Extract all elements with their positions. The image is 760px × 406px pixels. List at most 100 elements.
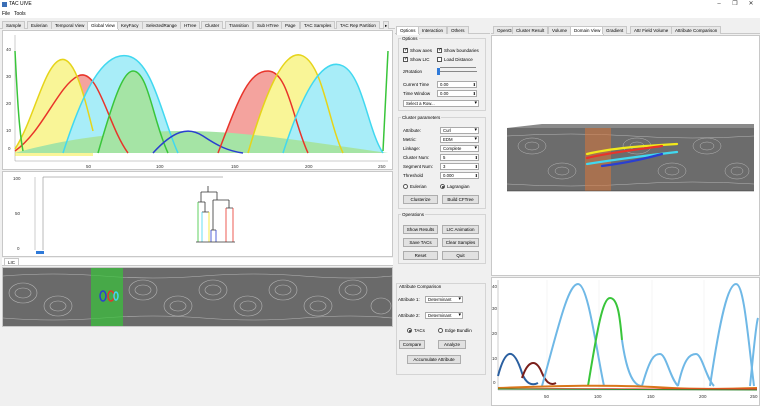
attr-y-tick-40: 40: [492, 284, 498, 289]
select-row-dropdown[interactable]: Select a Row...: [403, 100, 479, 107]
tab-tac-rep-partition[interactable]: TAC Rep Partition: [336, 21, 380, 29]
quit-button[interactable]: Quit: [442, 251, 479, 260]
window-title: TAC UIVE: [9, 1, 32, 7]
attribute-dropdown[interactable]: Curl: [440, 127, 479, 134]
x-tick-250: 250: [378, 164, 386, 169]
tab-tac-samples[interactable]: TAC Samples: [300, 21, 336, 29]
tab-options[interactable]: Options: [396, 26, 420, 35]
dendrogram-chart[interactable]: 100 50 0: [3, 172, 392, 256]
app-logo-icon: [2, 2, 7, 7]
attribute1-label: Attribute 1:: [398, 297, 420, 302]
time-window-spinbox[interactable]: 0.00: [437, 90, 477, 97]
attribute-comparison-chart[interactable]: 40 30 20 10 0 50 100 150 200 250: [492, 278, 759, 405]
attribute1-dropdown[interactable]: Determinant: [425, 296, 463, 303]
tab-transition[interactable]: Transition: [225, 21, 253, 29]
dendro-slider-handle[interactable]: [36, 251, 44, 254]
x-tick-150: 150: [231, 164, 239, 169]
attr-x-tick-200: 200: [699, 394, 707, 399]
tab-cluster[interactable]: Cluster: [201, 21, 224, 29]
attr-x-tick-100: 100: [594, 394, 602, 399]
y-tick-20: 20: [6, 101, 12, 106]
show-results-button[interactable]: Show Results: [403, 225, 438, 234]
lagrangian-label: Lagrangian: [447, 184, 470, 189]
tab-domain-view[interactable]: Domain View: [570, 26, 605, 35]
x-tick-100: 100: [156, 164, 164, 169]
minimize-button[interactable]: –: [712, 0, 726, 9]
reset-button[interactable]: Reset: [403, 251, 438, 260]
dendro-y-tick-100: 100: [13, 176, 21, 181]
eulerian-radio[interactable]: [403, 184, 408, 189]
menu-tools[interactable]: Tools: [14, 11, 26, 17]
options-tab-bar: Options Interaction Others: [395, 25, 490, 35]
compare-button[interactable]: Compare: [399, 340, 425, 349]
tab-others[interactable]: Others: [447, 26, 469, 34]
tab-gradient[interactable]: Gradient: [602, 26, 628, 34]
load-distance-slider[interactable]: [440, 67, 476, 68]
tab-attr-field-volume[interactable]: Attr Field Volume: [630, 26, 673, 34]
cluster-num-spinbox[interactable]: 5: [440, 154, 479, 161]
dendro-y-tick-0: 0: [17, 246, 20, 251]
z-rotation-slider[interactable]: [437, 71, 477, 72]
tab-global-view[interactable]: Global View: [87, 21, 119, 30]
eulerian-label: Eulerian: [410, 184, 427, 189]
y-tick-30: 30: [6, 74, 12, 79]
tab-interaction[interactable]: Interaction: [418, 26, 448, 34]
attr-x-tick-250: 250: [750, 394, 758, 399]
attribute2-dropdown[interactable]: Determinant: [425, 312, 463, 319]
accumulate-attribute-button[interactable]: Accumulate Attribute: [407, 355, 461, 364]
current-time-spinbox[interactable]: 0.00: [437, 81, 477, 88]
clusterize-button[interactable]: Clusterize: [403, 195, 438, 204]
lic-tab-bar: LIC: [2, 258, 393, 266]
title-bar: TAC UIVE – ❐ ✕: [0, 0, 760, 9]
left-tab-bar: Sample Eulerian Temporal View Global Vie…: [0, 20, 395, 30]
load-distance-checkbox[interactable]: [437, 57, 442, 62]
save-tacs-button[interactable]: Save TACs: [403, 238, 438, 247]
time-window-label: Time Window: [403, 91, 431, 96]
tab-selectedrange[interactable]: SelectedRange: [142, 21, 181, 29]
global-view-panel: 40 30 20 10 0 50 100 150 200 250: [2, 30, 393, 170]
attr-x-tick-150: 150: [647, 394, 655, 399]
edge-bundling-radio[interactable]: [438, 328, 443, 333]
tab-eulerian[interactable]: Eulerian: [27, 21, 52, 29]
tab-page[interactable]: Page: [281, 21, 300, 29]
metric-dropdown[interactable]: EDM: [440, 136, 479, 143]
tab-temporal-view[interactable]: Temporal View: [51, 21, 89, 29]
segment-num-spinbox[interactable]: 3: [440, 163, 479, 170]
linkage-dropdown[interactable]: Complete: [440, 145, 479, 152]
tab-scroll-right[interactable]: ▸: [383, 21, 390, 29]
tab-htree[interactable]: HTree: [180, 21, 201, 29]
analyze-button[interactable]: Analyze: [438, 340, 466, 349]
tab-volume[interactable]: Volume: [548, 26, 572, 34]
attr-x-tick-50: 50: [544, 394, 550, 399]
lic-animation-button[interactable]: LIC Animation: [442, 225, 479, 234]
show-lic-checkbox[interactable]: ✓: [403, 57, 408, 62]
close-button[interactable]: ✕: [744, 0, 758, 9]
show-boundaries-checkbox[interactable]: ✓: [437, 48, 442, 53]
clear-samples-button[interactable]: Clear Samples: [442, 238, 479, 247]
tab-keyfacy[interactable]: KeyFacy: [117, 21, 143, 29]
tab-attribute-comparison[interactable]: Attribute Comparison: [671, 26, 722, 34]
menu-file[interactable]: File: [2, 11, 10, 17]
domain-view[interactable]: [491, 35, 760, 276]
attr-y-tick-30: 30: [492, 306, 498, 311]
tab-cluster-result[interactable]: Cluster Result: [512, 26, 549, 34]
z-rotation-slider-handle[interactable]: [437, 68, 440, 75]
attr-y-tick-20: 20: [492, 331, 498, 336]
tacs-radio[interactable]: [407, 328, 412, 333]
maximize-button[interactable]: ❐: [728, 0, 742, 9]
threshold-spinbox[interactable]: 0.000: [440, 172, 479, 179]
tab-sample[interactable]: Sample: [2, 21, 26, 29]
segment-num-label: Segment Num:: [403, 164, 434, 169]
tab-lic[interactable]: LIC: [4, 258, 20, 265]
x-tick-50: 50: [86, 164, 92, 169]
global-view-chart[interactable]: 40 30 20 10 0 50 100 150 200 250: [3, 31, 392, 169]
show-axes-checkbox[interactable]: ✓: [403, 48, 408, 53]
load-distance-label: Load Distance: [444, 57, 473, 62]
x-tick-200: 200: [305, 164, 313, 169]
attribute-comparison-title: Attribute Comparison: [398, 284, 443, 289]
lagrangian-radio[interactable]: [440, 184, 445, 189]
operations-title: Operations: [401, 212, 426, 217]
tab-sub-htree[interactable]: Sub HTree: [253, 21, 283, 29]
build-cftree-button[interactable]: Build CFTree: [442, 195, 479, 204]
lic-view[interactable]: [2, 267, 393, 327]
